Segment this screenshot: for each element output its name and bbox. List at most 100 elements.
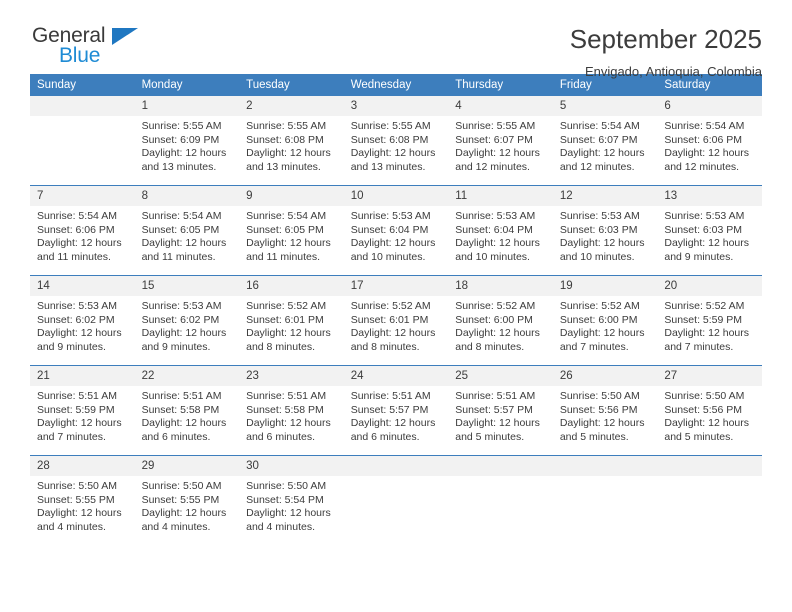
sunset-text: Sunset: 5:59 PM (664, 313, 743, 326)
sunset-text: Sunset: 6:02 PM (141, 313, 220, 326)
sunrise-text: Sunrise: 5:50 AM (559, 390, 640, 402)
day-number: 28 (30, 456, 135, 476)
sun-info: Sunrise: 5:54 AM Sunset: 6:07 PM Daylight:… (553, 116, 658, 174)
sun-info: Sunrise: 5:51 AM Sunset: 5:57 PM Daylight:… (344, 386, 449, 444)
calendar-day-cell[interactable]: 14 Sunrise: 5:53 AM Sunset: 6:02 PM Dayligh… (30, 275, 135, 366)
calendar-day-cell[interactable]: 6 Sunrise: 5:54 AM Sunset: 6:06 PM Daylight… (657, 96, 762, 186)
sunset-text: Sunset: 6:06 PM (664, 133, 743, 146)
day-number (657, 456, 762, 476)
calendar-day-cell[interactable]: 18 Sunrise: 5:52 AM Sunset: 6:00 PM Dayligh… (448, 275, 553, 366)
calendar-day-cell[interactable]: 10 Sunrise: 5:53 AM Sunset: 6:04 PM Dayligh… (343, 185, 449, 276)
sun-info: Sunrise: 5:53 AM Sunset: 6:04 PM Daylight:… (344, 206, 449, 264)
calendar-day-cell[interactable]: 23 Sunrise: 5:51 AM Sunset: 5:58 PM Dayligh… (239, 365, 344, 456)
day-number: 1 (134, 96, 240, 116)
daylight-text-line1: Daylight: 12 hours (37, 237, 122, 250)
daylight-text-line2: and 5 minutes. (455, 430, 525, 443)
sunset-text: Sunset: 5:57 PM (350, 403, 429, 416)
sunset-text: Sunset: 5:54 PM (246, 493, 324, 506)
calendar-day-cell[interactable]: 3 Sunrise: 5:55 AM Sunset: 6:08 PM Daylight… (343, 96, 449, 186)
day-cell-content: 13 Sunrise: 5:53 AM Sunset: 6:03 PM Dayligh… (657, 186, 762, 275)
calendar-day-cell[interactable]: 13 Sunrise: 5:53 AM Sunset: 6:03 PM Dayligh… (657, 185, 762, 276)
calendar-day-cell[interactable]: 9 Sunrise: 5:54 AM Sunset: 6:05 PM Daylight… (239, 185, 344, 276)
calendar-day-cell[interactable]: 24 Sunrise: 5:51 AM Sunset: 5:57 PM Dayligh… (343, 365, 449, 456)
daylight-text-line2: and 9 minutes. (37, 340, 106, 353)
sun-info: Sunrise: 5:53 AM Sunset: 6:02 PM Daylight:… (135, 296, 240, 354)
sun-info: Sunrise: 5:50 AM Sunset: 5:56 PM Daylight:… (657, 386, 762, 444)
calendar-day-cell[interactable]: 7 Sunrise: 5:54 AM Sunset: 6:06 PM Daylight… (30, 185, 135, 276)
calendar-day-cell[interactable]: 19 Sunrise: 5:52 AM Sunset: 6:00 PM Dayligh… (552, 275, 658, 366)
day-number: 21 (30, 366, 135, 386)
day-number (552, 456, 658, 476)
calendar-day-cell[interactable]: 16 Sunrise: 5:52 AM Sunset: 6:01 PM Dayligh… (239, 275, 344, 366)
page-header: General Blue September 2025 Envigado, An… (30, 0, 762, 79)
day-number: 26 (552, 366, 658, 386)
calendar-day-cell[interactable]: 22 Sunrise: 5:51 AM Sunset: 5:58 PM Dayligh… (134, 365, 240, 456)
calendar-day-cell[interactable] (448, 456, 553, 546)
daylight-text-line2: and 13 minutes. (141, 160, 217, 173)
calendar-day-cell[interactable]: 4 Sunrise: 5:55 AM Sunset: 6:07 PM Daylight… (448, 96, 553, 186)
calendar-day-cell[interactable]: 28 Sunrise: 5:50 AM Sunset: 5:55 PM Dayligh… (30, 456, 135, 546)
day-cell-content (448, 456, 553, 545)
sunset-text: Sunset: 5:58 PM (246, 403, 324, 416)
sun-info: Sunrise: 5:55 AM Sunset: 6:08 PM Daylight:… (344, 116, 449, 174)
calendar-day-cell[interactable]: 21 Sunrise: 5:51 AM Sunset: 5:59 PM Dayligh… (30, 365, 135, 456)
day-cell-content: 8 Sunrise: 5:54 AM Sunset: 6:05 PM Daylight… (134, 186, 240, 275)
daylight-text-line1: Daylight: 12 hours (141, 237, 227, 250)
sun-info: Sunrise: 5:51 AM Sunset: 5:58 PM Daylight:… (135, 386, 240, 444)
day-number: 19 (552, 276, 658, 296)
sun-info: Sunrise: 5:50 AM Sunset: 5:55 PM Daylight:… (135, 476, 240, 534)
sunrise-text: Sunrise: 5:54 AM (37, 210, 117, 222)
calendar-day-cell[interactable]: 30 Sunrise: 5:50 AM Sunset: 5:54 PM Dayligh… (239, 456, 344, 546)
calendar-day-cell[interactable] (657, 456, 762, 546)
calendar-day-cell[interactable] (343, 456, 449, 546)
sunrise-text: Sunrise: 5:52 AM (455, 300, 536, 312)
calendar-day-cell[interactable]: 26 Sunrise: 5:50 AM Sunset: 5:56 PM Dayligh… (552, 365, 658, 456)
sunset-text: Sunset: 6:00 PM (559, 313, 638, 326)
calendar-day-cell[interactable]: 1 Sunrise: 5:55 AM Sunset: 6:09 PM Daylight… (134, 96, 240, 186)
day-cell-content: 6 Sunrise: 5:54 AM Sunset: 6:06 PM Daylight… (657, 96, 762, 185)
sunset-text: Sunset: 6:04 PM (455, 223, 533, 236)
sunrise-text: Sunrise: 5:54 AM (559, 120, 640, 132)
sunset-text: Sunset: 6:01 PM (246, 313, 324, 326)
sunrise-text: Sunrise: 5:52 AM (664, 300, 745, 312)
calendar-day-cell[interactable]: 15 Sunrise: 5:53 AM Sunset: 6:02 PM Dayligh… (134, 275, 240, 366)
daylight-text-line2: and 7 minutes. (664, 340, 734, 353)
calendar-day-cell[interactable]: 11 Sunrise: 5:53 AM Sunset: 6:04 PM Dayligh… (448, 185, 553, 276)
calendar-day-cell[interactable]: 2 Sunrise: 5:55 AM Sunset: 6:08 PM Daylight… (239, 96, 344, 186)
calendar-day-cell[interactable]: 27 Sunrise: 5:50 AM Sunset: 5:56 PM Dayligh… (657, 365, 762, 456)
day-number: 2 (239, 96, 344, 116)
sunset-text: Sunset: 5:59 PM (37, 403, 115, 416)
sunset-text: Sunset: 5:55 PM (37, 493, 115, 506)
daylight-text-line1: Daylight: 12 hours (455, 417, 540, 430)
sun-info: Sunrise: 5:53 AM Sunset: 6:02 PM Daylight:… (30, 296, 135, 354)
day-number (343, 456, 449, 476)
calendar-day-cell[interactable]: 12 Sunrise: 5:53 AM Sunset: 6:03 PM Dayligh… (552, 185, 658, 276)
daylight-text-line2: and 12 minutes. (664, 160, 740, 173)
sunset-text: Sunset: 6:02 PM (37, 313, 115, 326)
daylight-text-line1: Daylight: 12 hours (246, 237, 331, 250)
calendar-day-cell[interactable]: 5 Sunrise: 5:54 AM Sunset: 6:07 PM Daylight… (552, 96, 658, 186)
day-number: 14 (30, 276, 135, 296)
daylight-text-line2: and 4 minutes. (141, 520, 211, 533)
weekday-header-sunday: Sunday (30, 74, 135, 96)
calendar-day-cell[interactable] (552, 456, 658, 546)
calendar-day-cell[interactable]: 20 Sunrise: 5:52 AM Sunset: 5:59 PM Dayligh… (657, 275, 762, 366)
daylight-text-line1: Daylight: 12 hours (455, 327, 540, 340)
calendar-day-cell[interactable]: 25 Sunrise: 5:51 AM Sunset: 5:57 PM Dayligh… (448, 365, 553, 456)
calendar-day-cell[interactable]: 8 Sunrise: 5:54 AM Sunset: 6:05 PM Daylight… (134, 185, 240, 276)
weekday-header-tuesday: Tuesday (239, 74, 344, 96)
daylight-text-line1: Daylight: 12 hours (350, 237, 436, 250)
sunset-text: Sunset: 6:01 PM (350, 313, 429, 326)
daylight-text-line2: and 11 minutes. (37, 250, 111, 263)
day-cell-content: 9 Sunrise: 5:54 AM Sunset: 6:05 PM Daylight… (239, 186, 344, 275)
calendar-day-cell[interactable] (30, 96, 135, 186)
day-number: 18 (448, 276, 553, 296)
day-cell-content: 12 Sunrise: 5:53 AM Sunset: 6:03 PM Dayligh… (552, 186, 658, 275)
daylight-text-line2: and 11 minutes. (141, 250, 216, 263)
calendar-day-cell[interactable]: 17 Sunrise: 5:52 AM Sunset: 6:01 PM Dayligh… (343, 275, 449, 366)
logo-text-blue: Blue (59, 44, 101, 67)
day-cell-content: 17 Sunrise: 5:52 AM Sunset: 6:01 PM Dayligh… (343, 276, 449, 365)
calendar-day-cell[interactable]: 29 Sunrise: 5:50 AM Sunset: 5:55 PM Dayligh… (134, 456, 240, 546)
day-cell-content: 19 Sunrise: 5:52 AM Sunset: 6:00 PM Dayligh… (552, 276, 658, 365)
daylight-text-line2: and 4 minutes. (37, 520, 106, 533)
